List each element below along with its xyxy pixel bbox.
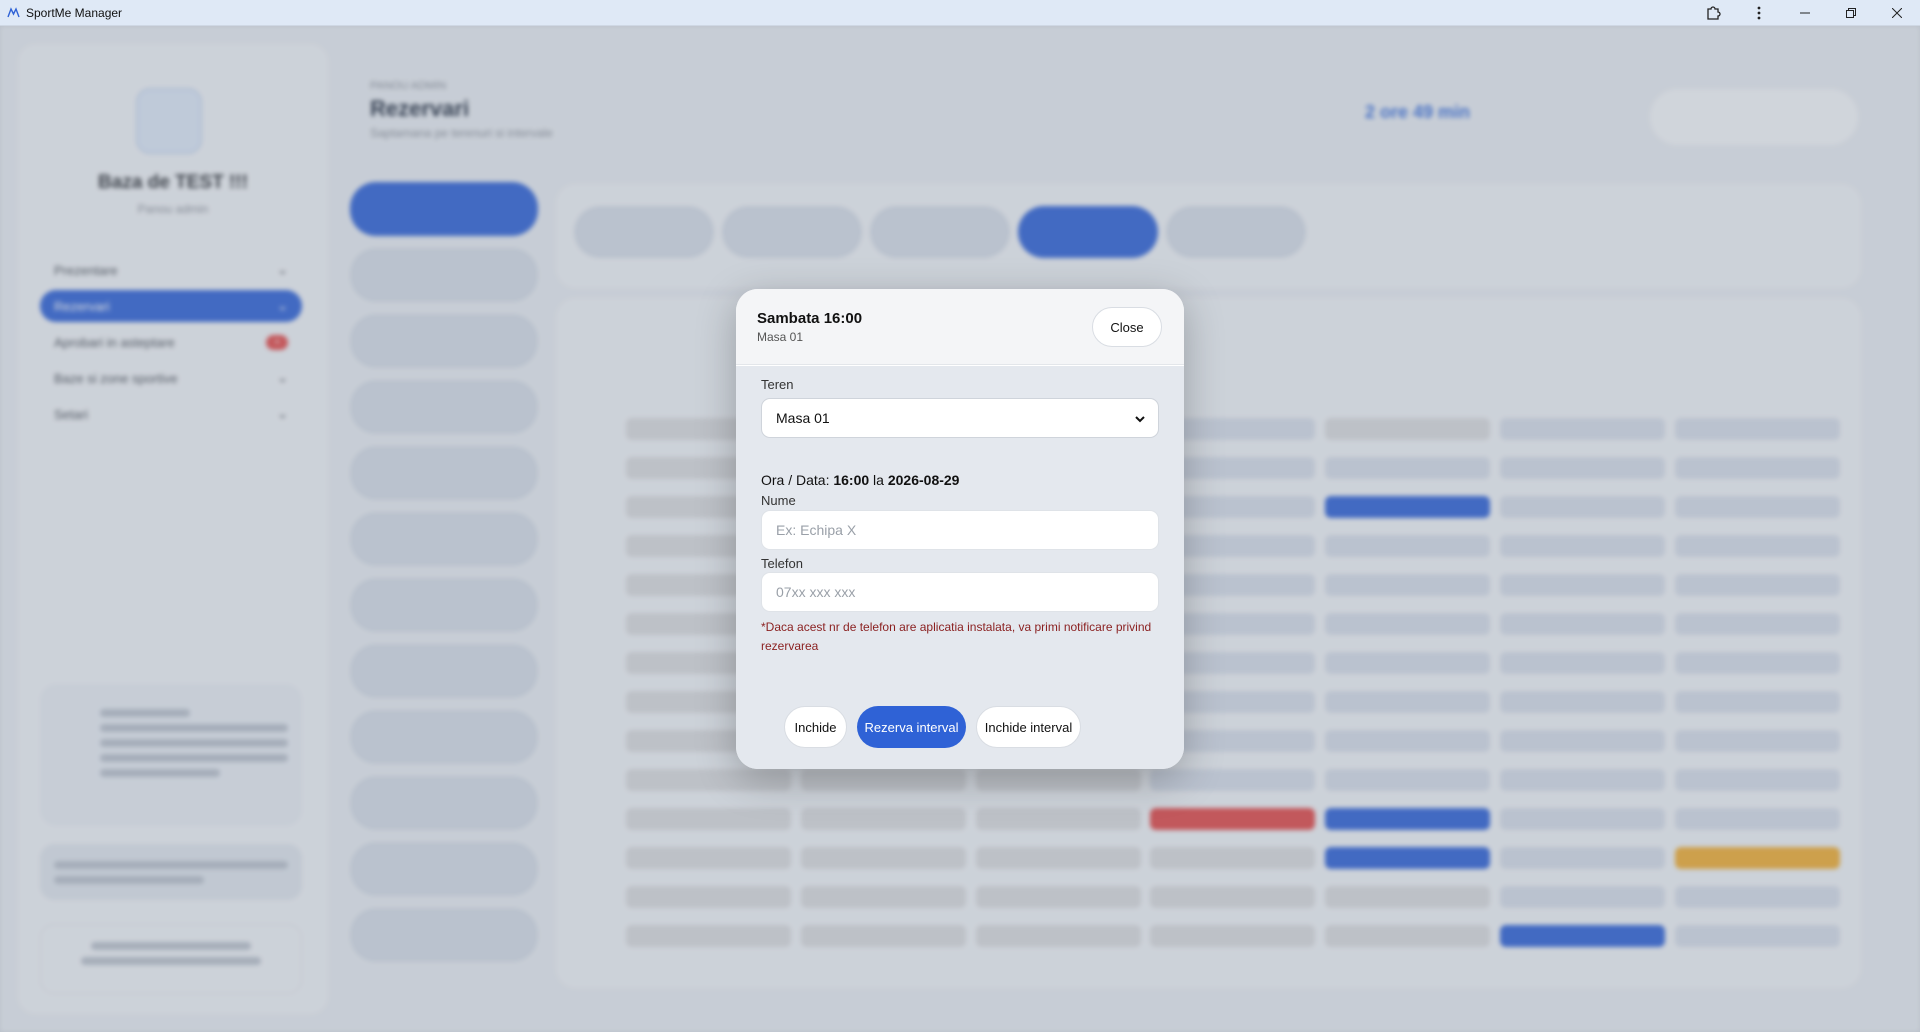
telefon-notice: *Daca acest nr de telefon are aplicatia …: [761, 620, 1152, 653]
modal-header: Sambata 16:00 Masa 01 Close: [736, 289, 1184, 365]
ora-data-text: Ora / Data: 16:00 la 2026-08-29: [761, 472, 959, 488]
modal-title: Sambata 16:00: [757, 310, 863, 327]
close-icon[interactable]: [1874, 0, 1920, 26]
chevron-down-icon: [1134, 412, 1146, 424]
teren-label: Teren: [761, 377, 794, 392]
extensions-icon[interactable]: [1690, 0, 1736, 26]
modal-body: Teren Masa 01 Ora / Data: 16:00 la 2026-…: [736, 366, 1184, 769]
rezerva-interval-button[interactable]: Rezerva interval: [857, 706, 966, 748]
teren-select-value: Masa 01: [776, 410, 830, 426]
minimize-icon[interactable]: [1782, 0, 1828, 26]
data-value: 2026-08-29: [887, 472, 960, 488]
restore-icon[interactable]: [1828, 0, 1874, 26]
window-title-bar: SportMe Manager: [0, 0, 1920, 26]
nume-field-wrap: [761, 510, 1159, 550]
nume-input[interactable]: [776, 522, 1144, 538]
ora-data-prefix: Ora / Data:: [761, 472, 834, 488]
reservation-modal: Sambata 16:00 Masa 01 Close Teren Masa 0…: [736, 289, 1184, 769]
telefon-label: Telefon: [761, 556, 803, 571]
modal-subtitle: Masa 01: [757, 330, 804, 344]
app-logo-icon: [6, 6, 20, 20]
telefon-field-wrap: [761, 572, 1159, 612]
window-title: SportMe Manager: [26, 5, 123, 20]
close-button[interactable]: Close: [1092, 307, 1162, 347]
ora-data-separator: la: [869, 472, 888, 488]
inchide-button[interactable]: Inchide: [784, 706, 847, 748]
nume-label: Nume: [761, 493, 796, 508]
more-icon[interactable]: [1736, 0, 1782, 26]
teren-select[interactable]: Masa 01: [761, 398, 1159, 438]
ora-value: 16:00: [833, 472, 870, 488]
inchide-interval-button[interactable]: Inchide interval: [976, 706, 1081, 748]
telefon-input[interactable]: [776, 584, 1144, 600]
